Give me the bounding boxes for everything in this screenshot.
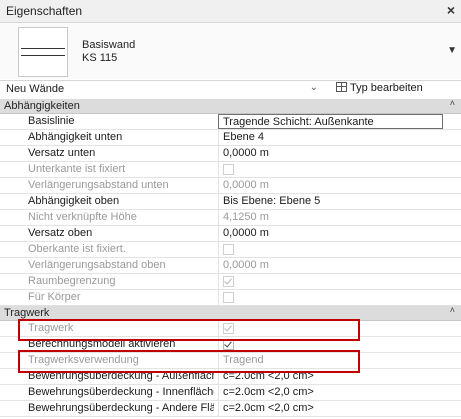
property-value bbox=[218, 274, 443, 289]
property-row[interactable]: Basislinie Tragende Schicht: Außenkante bbox=[0, 114, 461, 130]
properties-grid: Abhängigkeiten ˄ Basislinie Tragende Schich… bbox=[0, 98, 461, 417]
edit-type-label: Typ bearbeiten bbox=[350, 82, 423, 94]
property-value[interactable]: c=2.0cm <2,0 cm> bbox=[218, 369, 443, 384]
collapse-icon[interactable]: ˄ bbox=[450, 305, 455, 315]
property-group-header[interactable]: Tragwerk ˄ bbox=[0, 305, 461, 321]
property-value: Tragend bbox=[218, 353, 443, 368]
property-row[interactable]: Abhängigkeit oben Bis Ebene: Ebene 5 bbox=[0, 194, 461, 210]
property-row[interactable]: Oberkante ist fixiert. bbox=[0, 242, 461, 258]
property-group-header[interactable]: Abhängigkeiten ˄ bbox=[0, 98, 461, 114]
property-value: 4,1250 m bbox=[218, 210, 443, 225]
property-name: Verlängerungsabstand unten bbox=[28, 179, 169, 191]
property-name: Nicht verknüpfte Höhe bbox=[28, 211, 137, 223]
property-row[interactable]: Unterkante ist fixiert bbox=[0, 162, 461, 178]
property-name: Tragwerk bbox=[28, 322, 74, 334]
property-row[interactable]: Für Körper bbox=[0, 290, 461, 306]
checkbox-unchecked bbox=[223, 292, 234, 303]
property-name: Verlängerungsabstand oben bbox=[28, 259, 166, 271]
property-row[interactable]: Abhängigkeit unten Ebene 4 bbox=[0, 130, 461, 146]
property-row[interactable]: Tragwerk bbox=[0, 321, 461, 337]
property-value: 0,0000 m bbox=[218, 258, 443, 273]
property-value bbox=[218, 162, 443, 177]
property-value: 0,0000 m bbox=[218, 178, 443, 193]
property-value[interactable] bbox=[218, 337, 443, 352]
group-label: Tragwerk bbox=[4, 307, 50, 319]
property-name: Berechnungsmodell aktivieren bbox=[28, 338, 176, 350]
property-row[interactable]: Bewehrungsüberdeckung - Andere Flächen c=… bbox=[0, 401, 461, 417]
checkbox-checked bbox=[223, 276, 234, 287]
property-row[interactable]: Versatz oben 0,0000 m bbox=[0, 226, 461, 242]
property-value[interactable]: c=2.0cm <2,0 cm> bbox=[218, 401, 443, 416]
property-name: Versatz oben bbox=[28, 227, 93, 239]
property-value[interactable]: Tragende Schicht: Außenkante bbox=[218, 114, 443, 129]
collapse-icon[interactable]: ˄ bbox=[450, 98, 455, 108]
property-value[interactable]: 0,0000 m bbox=[218, 146, 443, 161]
chevron-down-icon: ⌄ bbox=[309, 82, 318, 93]
filter-value: Neu Wände bbox=[6, 83, 65, 95]
property-name: Abhängigkeit oben bbox=[28, 195, 120, 207]
property-name: Für Körper bbox=[28, 291, 81, 303]
property-row[interactable]: Versatz unten 0,0000 m bbox=[0, 146, 461, 162]
property-name: Raumbegrenzung bbox=[28, 275, 116, 287]
property-name: Unterkante ist fixiert bbox=[28, 163, 126, 175]
checkbox-checked[interactable] bbox=[223, 339, 234, 350]
property-row[interactable]: Bewehrungsüberdeckung - Außenfläche c=2.0… bbox=[0, 369, 461, 385]
property-row[interactable]: Verlängerungsabstand unten 0,0000 m bbox=[0, 178, 461, 194]
checkbox-unchecked bbox=[223, 164, 234, 175]
property-row[interactable]: Berechnungsmodell aktivieren bbox=[0, 337, 461, 353]
type-type: KS 115 bbox=[82, 52, 118, 64]
checkbox-unchecked bbox=[223, 244, 234, 255]
property-name: Bewehrungsüberdeckung - Außenfläche bbox=[28, 370, 214, 382]
property-row[interactable]: Bewehrungsüberdeckung - Innenfläche c=2.0… bbox=[0, 385, 461, 401]
property-value bbox=[218, 321, 443, 336]
property-value[interactable]: Bis Ebene: Ebene 5 bbox=[218, 194, 443, 209]
group-label: Abhängigkeiten bbox=[4, 100, 80, 112]
type-family: Basiswand bbox=[82, 39, 136, 51]
properties-titlebar: Eigenschaften × bbox=[0, 0, 461, 23]
close-icon[interactable]: × bbox=[447, 2, 455, 18]
property-name: Basislinie bbox=[28, 115, 75, 127]
property-name: Abhängigkeit unten bbox=[28, 131, 123, 143]
wall-type-preview-icon bbox=[18, 27, 68, 77]
instance-filter-select[interactable]: Neu Wände ⌄ bbox=[2, 82, 320, 97]
window-title: Eigenschaften bbox=[6, 4, 83, 18]
type-selector[interactable]: Basiswand KS 115 ▼ bbox=[0, 23, 461, 79]
property-name: Bewehrungsüberdeckung - Innenfläche bbox=[28, 386, 214, 398]
property-value[interactable]: c=2.0cm <2,0 cm> bbox=[218, 385, 443, 400]
edit-type-icon bbox=[336, 82, 347, 92]
type-name: Basiswand KS 115 bbox=[82, 39, 135, 65]
property-row[interactable]: Nicht verknüpfte Höhe 4,1250 m bbox=[0, 210, 461, 226]
property-value[interactable]: Ebene 4 bbox=[218, 130, 443, 145]
property-name: Tragwerksverwendung bbox=[28, 354, 139, 366]
type-dropdown-icon[interactable]: ▼ bbox=[447, 45, 457, 56]
property-value bbox=[218, 242, 443, 257]
property-name: Versatz unten bbox=[28, 147, 96, 159]
property-value[interactable]: 0,0000 m bbox=[218, 226, 443, 241]
property-row[interactable]: Raumbegrenzung bbox=[0, 274, 461, 290]
property-name: Oberkante ist fixiert. bbox=[28, 243, 126, 255]
edit-type-button[interactable]: Typ bearbeiten bbox=[336, 82, 423, 97]
property-row[interactable]: Verlängerungsabstand oben 0,0000 m bbox=[0, 258, 461, 274]
property-value bbox=[218, 290, 443, 305]
checkbox-checked bbox=[223, 323, 234, 334]
instance-filter-bar: Neu Wände ⌄ Typ bearbeiten bbox=[0, 80, 461, 100]
property-row[interactable]: Tragwerksverwendung Tragend bbox=[0, 353, 461, 369]
property-name: Bewehrungsüberdeckung - Andere Flächen bbox=[28, 402, 214, 414]
